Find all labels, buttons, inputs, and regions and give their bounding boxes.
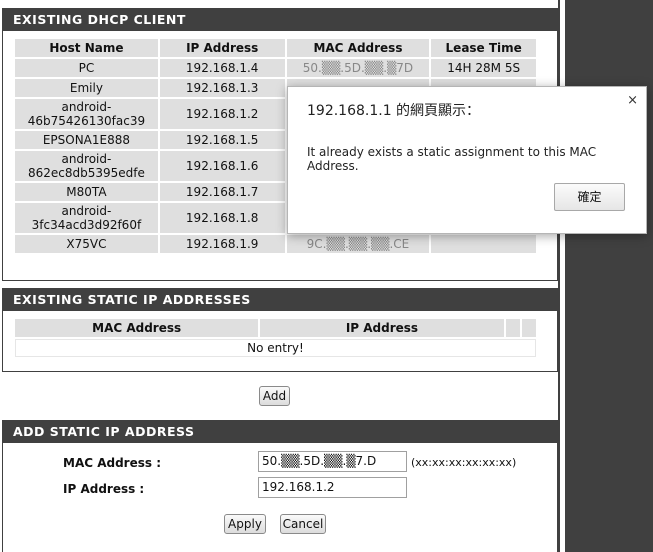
col-static-action-1	[505, 319, 520, 337]
dialog-title: 192.168.1.1 的網頁顯示：	[307, 103, 481, 119]
col-ip-address: IP Address	[159, 39, 285, 57]
host-name-cell: M80TA	[15, 183, 158, 201]
static-ip-table: MAC Address IP Address No entry!	[13, 317, 538, 359]
lease-time-cell: 14H 28M 5S	[431, 59, 536, 77]
col-mac-address: MAC Address	[286, 39, 430, 57]
ip-address-cell: 192.168.1.4	[159, 59, 285, 77]
ok-button[interactable]: 確定	[554, 183, 625, 211]
host-name-cell: android- 46b75426130fac39	[15, 99, 158, 129]
ip-address-label: IP Address :	[63, 482, 145, 496]
dhcp-client-title: EXISTING DHCP CLIENT	[3, 9, 557, 31]
ip-address-field[interactable]: 192.168.1.2	[258, 477, 407, 498]
ip-address-cell: 192.168.1.2	[159, 99, 285, 129]
dialog-message: It already exists a static assignment to…	[307, 145, 597, 173]
right-divider	[558, 0, 560, 552]
ip-address-cell: 192.168.1.3	[159, 79, 285, 97]
cancel-button[interactable]: Cancel	[280, 514, 326, 534]
mac-format-hint: (xx:xx:xx:xx:xx:xx)	[411, 456, 517, 469]
add-static-ip-title: ADD STATIC IP ADDRESS	[3, 421, 557, 443]
mac-address-cell: 50.▒▒.5D.▒▒.▒7D	[286, 59, 430, 77]
col-static-mac: MAC Address	[15, 319, 259, 337]
mac-address-cell: 9C.▒▒.▒▒.▒▒.CE	[286, 235, 430, 253]
col-host-name: Host Name	[15, 39, 158, 57]
mac-address-label: MAC Address :	[63, 456, 161, 470]
host-name-cell: PC	[15, 59, 158, 77]
ip-address-cell: 192.168.1.8	[159, 203, 285, 233]
host-name-cell: EPSONA1E888	[15, 131, 158, 149]
static-ip-title: EXISTING STATIC IP ADDRESSES	[3, 289, 557, 311]
host-name-cell: android- 3fc34acd3d92f60f	[15, 203, 158, 233]
host-name-cell: android- 862ec8db5395edfe	[15, 151, 158, 181]
host-name-cell: X75VC	[15, 235, 158, 253]
ip-address-cell: 192.168.1.7	[159, 183, 285, 201]
col-lease-time: Lease Time	[431, 39, 536, 57]
lease-time-cell	[431, 235, 536, 253]
mac-address-field[interactable]: 50.▒▒.5D.▒▒.▒7.D	[258, 451, 407, 472]
host-name-cell: Emily	[15, 79, 158, 97]
ip-address-cell: 192.168.1.6	[159, 151, 285, 181]
add-button[interactable]: Add	[259, 386, 290, 406]
ip-address-cell: 192.168.1.9	[159, 235, 285, 253]
table-row: PC 192.168.1.4 50.▒▒.5D.▒▒.▒7D 14H 28M 5S	[15, 59, 536, 77]
close-icon[interactable]: ×	[627, 93, 638, 108]
no-entry-text: No entry!	[15, 339, 536, 357]
ip-address-cell: 192.168.1.5	[159, 131, 285, 149]
right-rail	[565, 0, 653, 552]
static-ip-panel: EXISTING STATIC IP ADDRESSES MAC Address…	[2, 288, 558, 372]
table-row: X75VC 192.168.1.9 9C.▒▒.▒▒.▒▒.CE	[15, 235, 536, 253]
apply-button[interactable]: Apply	[224, 514, 266, 534]
alert-dialog: 192.168.1.1 的網頁顯示： × It already exists a…	[287, 86, 647, 234]
col-static-ip: IP Address	[260, 319, 504, 337]
col-static-action-2	[521, 319, 536, 337]
